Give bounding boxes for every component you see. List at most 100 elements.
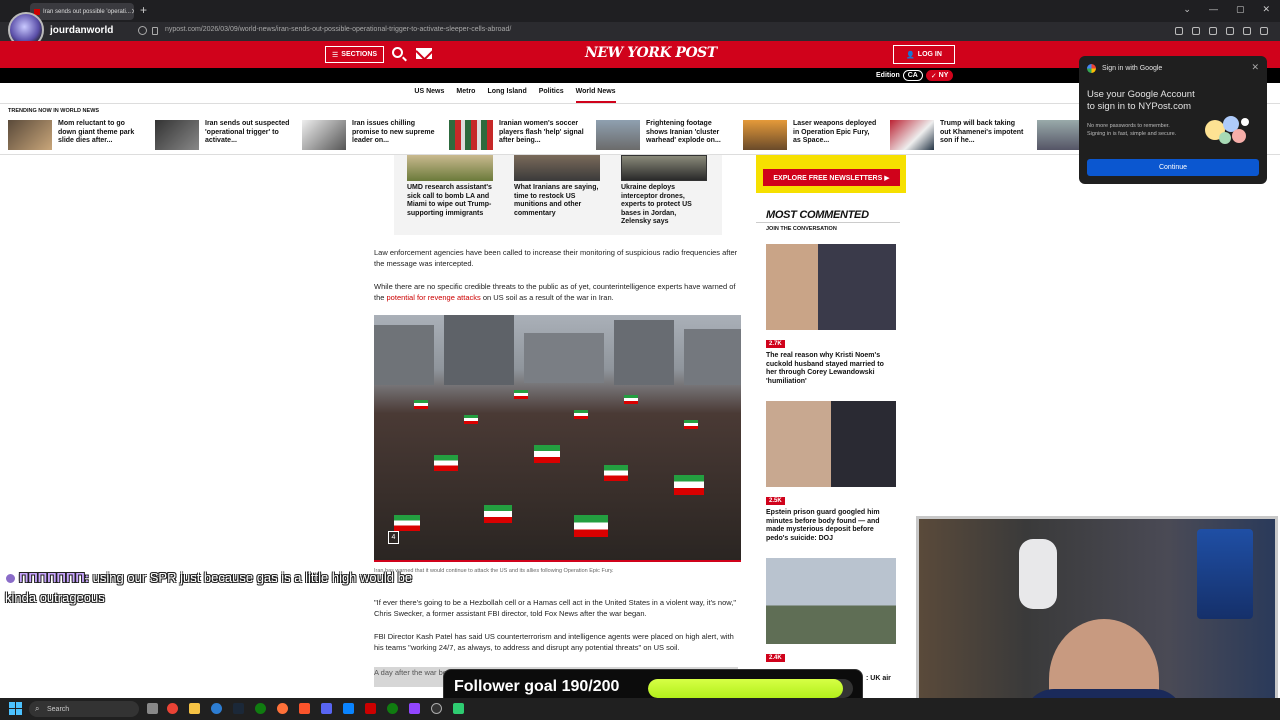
xbox-icon[interactable] [255,703,266,714]
edition-ny[interactable]: ✓ NY [925,70,954,81]
most-commented-title[interactable]: Epstein prison guard googled him minutes… [766,509,894,543]
windows-start-icon[interactable] [9,702,22,715]
url-text[interactable]: nypost.com/2026/03/09/world-news/iran-se… [165,26,511,33]
trending-label: TRENDING NOW IN WORLD NEWS [8,108,100,114]
trending-thumb [743,120,787,150]
most-commented-title[interactable]: The real reason why Kristi Noem's cuckol… [766,352,894,386]
related-story[interactable]: UMD research assistant's sick call to bo… [394,155,494,218]
explore-newsletters-button[interactable]: EXPLORE FREE NEWSLETTERS ▶ [763,169,900,186]
tab-close-icon[interactable]: ✕ [131,7,134,16]
paragraph-text: on US soil as a result of the war in Ira… [480,293,614,302]
login-button[interactable]: 👤 LOG IN [893,45,955,64]
trending-item[interactable]: Trump will back taking out Khamenei's im… [890,118,1030,152]
steam-icon[interactable] [233,703,244,714]
edge-icon[interactable] [211,703,222,714]
trending-thumb [1037,120,1081,150]
photo-flag [574,515,608,537]
related-story[interactable]: Ukraine deploys interceptor drones, expe… [608,155,708,227]
firefox-icon[interactable] [277,703,288,714]
trending-item[interactable]: Iran sends out suspected 'operational tr… [155,118,295,152]
windows-taskbar: ⌕ Search [0,698,1280,720]
revenge-attacks-link[interactable]: potential for revenge attacks [387,293,481,302]
site-logo[interactable]: NEW YORK POST [585,45,717,61]
close-window-icon[interactable]: ✕ [1262,4,1270,15]
photo-building [444,315,514,385]
close-icon[interactable]: ✕ [1251,62,1259,73]
login-label: LOG IN [917,51,942,58]
nav-politics[interactable]: Politics [539,85,564,103]
screenshot-icon[interactable] [1192,27,1200,35]
related-thumb [514,155,600,181]
app-icon[interactable] [453,703,464,714]
related-story[interactable]: What Iranians are saying, time to restoc… [501,155,601,218]
trending-text: Iran sends out suspected 'operational tr… [205,120,290,144]
most-commented-image[interactable] [766,401,896,487]
channel-name: jourdanworld [50,24,114,36]
xbox-icon[interactable] [387,703,398,714]
webcam-robot-figure [1019,539,1057,609]
lock-icon[interactable] [152,27,158,35]
trending-text: Mom reluctant to go down giant theme par… [58,120,135,144]
google-popup-description: No more passwords to remember. Signing i… [1087,123,1177,137]
photo-flag [464,415,478,424]
new-tab-icon[interactable]: + [140,3,147,17]
related-thumb [621,155,707,181]
trending-thumb [155,120,199,150]
sections-button[interactable]: ☰ SECTIONS [325,46,385,63]
trending-item[interactable]: Mom reluctant to go down giant theme par… [8,118,148,152]
app-icon[interactable] [343,703,354,714]
article-paragraph: Law enforcement agencies have been calle… [374,248,738,268]
obs-icon[interactable] [431,703,442,714]
discord-icon[interactable] [321,703,332,714]
photo-flag [514,390,528,399]
photo-flag [534,445,560,463]
reader-icon[interactable] [1175,27,1183,35]
twitch-icon[interactable] [409,703,420,714]
app-icon[interactable] [365,703,376,714]
nav-world-news[interactable]: World News [575,85,616,103]
related-title: UMD research assistant's sick call to bo… [407,184,492,217]
google-continue-button[interactable]: Continue [1087,159,1259,176]
most-commented-image[interactable] [766,558,896,644]
task-view-icon[interactable] [147,703,158,714]
maximize-icon[interactable]: ▢ [1236,4,1245,15]
trending-text: Laser weapons deployed in Operation Epic… [793,120,877,144]
trending-item[interactable]: Iran issues chilling promise to new supr… [302,118,442,152]
nav-metro[interactable]: Metro [456,85,475,103]
newsletter-mail-icon[interactable] [416,48,432,59]
site-info-icon[interactable] [138,26,147,35]
search-icon[interactable] [392,47,403,58]
most-commented-title[interactable]: : UK air [866,675,906,684]
edition-ca[interactable]: CA [902,70,923,81]
edition-label: Edition [876,72,900,79]
translate-icon[interactable] [1209,27,1217,35]
hero-photo-iran-rally[interactable] [374,315,741,561]
file-explorer-icon[interactable] [189,703,200,714]
chrome-icon[interactable] [167,703,178,714]
menu-icon[interactable] [1260,27,1268,35]
trending-item[interactable]: Iranian women's soccer players flash 'he… [449,118,589,152]
photo-gallery-count[interactable]: 4 [388,531,399,544]
extensions-icon[interactable] [1243,27,1251,35]
trending-item[interactable]: Frightening footage shows Iranian 'clust… [596,118,736,152]
brave-icon[interactable] [299,703,310,714]
nav-long-island[interactable]: Long Island [487,85,526,103]
comment-count-badge: 2.4K [766,654,785,662]
minimize-icon[interactable]: — [1209,4,1218,15]
taskbar-search[interactable]: ⌕ Search [29,701,139,717]
google-popup-header: Sign in with Google [1087,64,1162,73]
bookmark-star-icon[interactable] [1226,27,1234,35]
related-stories: UMD research assistant's sick call to bo… [394,155,722,235]
webcam-overlay [916,516,1278,719]
trending-thumb [302,120,346,150]
trending-item[interactable]: Laser weapons deployed in Operation Epic… [743,118,883,152]
chevron-down-icon[interactable]: ⌄ [1183,4,1191,15]
trending-strip: Mom reluctant to go down giant theme par… [8,118,1088,154]
most-commented-image[interactable] [766,244,896,330]
related-title: What Iranians are saying, time to restoc… [514,184,599,217]
address-bar[interactable]: nypost.com/2026/03/09/world-news/iran-se… [0,22,1280,41]
trending-text: Iranian women's soccer players flash 'he… [499,120,584,144]
photo-building [374,325,434,385]
article-paragraph: "If ever there's going to be a Hezbollah… [374,598,736,618]
nav-us-news[interactable]: US News [414,85,444,103]
